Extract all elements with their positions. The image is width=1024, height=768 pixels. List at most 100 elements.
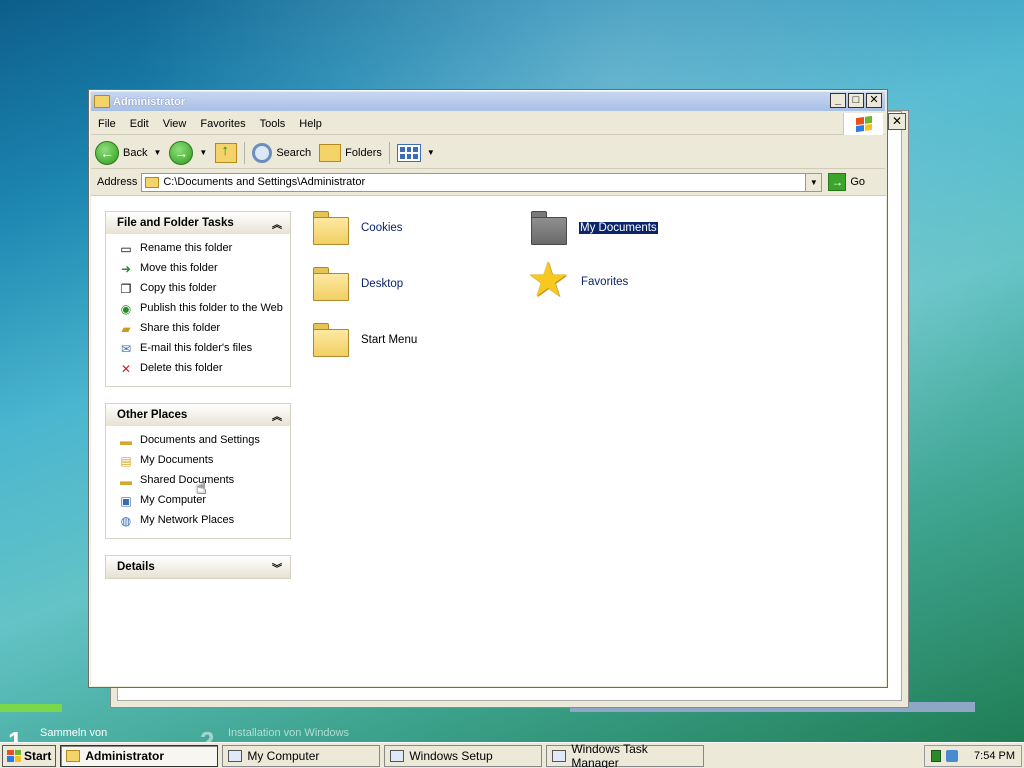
task-label: Copy this folder — [140, 282, 217, 294]
task-email-files[interactable]: ✉ E-mail this folder's files — [118, 340, 284, 360]
close-button[interactable]: ✕ — [866, 93, 882, 108]
folders-button[interactable]: Folders — [315, 139, 386, 167]
up-button[interactable] — [211, 139, 241, 167]
computer-icon — [228, 749, 243, 762]
taskbar-item-administrator[interactable]: Administrator — [60, 744, 219, 767]
chevron-down-icon[interactable]: ▼ — [805, 173, 822, 191]
close-icon[interactable]: ✕ — [888, 113, 906, 130]
menu-tools[interactable]: Tools — [253, 113, 293, 135]
file-item-cookies[interactable]: Cookies — [311, 211, 403, 245]
title-bar[interactable]: Administrator _ □ ✕ — [91, 92, 885, 111]
taskbar-item-task-manager[interactable]: Windows Task Manager — [546, 741, 705, 768]
menu-favorites[interactable]: Favorites — [193, 113, 252, 135]
task-copy-folder[interactable]: ❐ Copy this folder — [118, 280, 284, 300]
start-label: Start — [24, 748, 52, 763]
folder-icon — [311, 267, 351, 301]
taskbar-label: My Computer — [247, 748, 320, 763]
setup-icon — [390, 749, 405, 762]
file-item-my-documents[interactable]: My Documents — [529, 211, 658, 245]
taskbar-item-my-computer[interactable]: My Computer — [222, 744, 381, 767]
panel-header[interactable]: Details ︾ — [106, 556, 290, 578]
hand-cursor-icon: ☝ — [195, 477, 206, 497]
start-button[interactable]: Start — [2, 744, 57, 767]
back-button[interactable]: ← Back ▼ — [91, 139, 165, 167]
place-label: Shared Documents — [140, 474, 235, 486]
details-panel: Details ︾ — [105, 555, 291, 579]
panel-title: Other Places — [117, 409, 188, 421]
menu-file[interactable]: File — [91, 113, 123, 135]
views-button[interactable]: ▼ — [393, 139, 439, 167]
menu-help[interactable]: Help — [292, 113, 329, 135]
go-button[interactable]: → Go — [828, 173, 865, 191]
forward-button[interactable]: → ▼ — [165, 139, 211, 167]
computer-icon: ▣ — [120, 494, 132, 508]
file-item-favorites[interactable]: ★ Favorites — [525, 254, 628, 307]
clock[interactable]: 7:54 PM — [974, 750, 1015, 762]
file-item-start-menu[interactable]: Start Menu — [311, 323, 417, 357]
maximize-button[interactable]: □ — [848, 93, 864, 108]
setup-progress-bar — [0, 704, 62, 712]
address-input[interactable]: C:\Documents and Settings\Administrator … — [141, 172, 823, 192]
share-icon: ▰ — [121, 322, 131, 336]
task-label: Delete this folder — [140, 362, 223, 374]
menu-edit[interactable]: Edit — [123, 113, 156, 135]
chevron-down-icon[interactable]: ▼ — [199, 148, 207, 157]
collapse-icon[interactable]: ︽ — [272, 216, 282, 231]
file-name: Desktop — [361, 278, 404, 290]
my-documents-icon: ▤ — [120, 454, 132, 468]
task-manager-icon — [552, 749, 567, 762]
place-my-network-places[interactable]: ◍ My Network Places — [118, 512, 284, 532]
folder-icon — [66, 749, 81, 762]
explorer-window: Administrator _ □ ✕ File Edit View Favor… — [88, 89, 888, 688]
chevron-down-icon[interactable]: ▼ — [427, 148, 435, 157]
task-label: Publish this folder to the Web — [140, 302, 283, 314]
go-label: Go — [850, 176, 866, 188]
task-pane: File and Folder Tasks ︽ ▭ Rename this fo… — [105, 211, 291, 595]
menu-view[interactable]: View — [156, 113, 194, 135]
file-item-desktop[interactable]: Desktop — [311, 267, 403, 301]
collapse-icon[interactable]: ︽ — [272, 408, 282, 423]
minimize-button[interactable]: _ — [830, 93, 846, 108]
go-arrow-icon: → — [828, 173, 847, 191]
file-name: Cookies — [361, 222, 403, 234]
task-move-folder[interactable]: ➜ Move this folder — [118, 260, 284, 280]
folder-view: File and Folder Tasks ︽ ▭ Rename this fo… — [91, 195, 886, 686]
taskbar-item-windows-setup[interactable]: Windows Setup — [384, 744, 543, 767]
taskbar-label: Windows Task Manager — [571, 741, 648, 768]
task-rename-folder[interactable]: ▭ Rename this folder — [118, 240, 284, 260]
menu-bar: File Edit View Favorites Tools Help — [91, 113, 885, 135]
network-icon[interactable] — [946, 750, 958, 762]
views-icon — [396, 143, 421, 162]
task-delete-folder[interactable]: ✕ Delete this folder — [118, 360, 284, 380]
place-label: My Network Places — [140, 514, 235, 526]
folder-icon — [311, 211, 351, 245]
place-my-documents[interactable]: ▤ My Documents — [118, 452, 284, 472]
window-title: Administrator — [113, 95, 186, 108]
search-button[interactable]: Search — [248, 139, 315, 167]
task-share-folder[interactable]: ▰ Share this folder — [118, 320, 284, 340]
copy-icon: ❐ — [120, 282, 132, 296]
task-label: Share this folder — [140, 322, 221, 334]
task-label: E-mail this folder's files — [140, 342, 253, 354]
publish-web-icon: ◉ — [120, 302, 132, 316]
system-tray: 7:54 PM — [924, 745, 1022, 767]
taskbar: Start Administrator My Computer Windows … — [0, 742, 1024, 768]
panel-header[interactable]: Other Places ︽ — [106, 404, 290, 426]
status-icon[interactable] — [931, 750, 941, 762]
folder-icon — [311, 323, 351, 357]
task-label: Move this folder — [140, 262, 218, 274]
task-publish-folder[interactable]: ◉ Publish this folder to the Web — [118, 300, 284, 320]
delete-icon: ✕ — [120, 362, 132, 376]
address-bar: Address C:\Documents and Settings\Admini… — [91, 171, 885, 193]
panel-header[interactable]: File and Folder Tasks ︽ — [106, 212, 290, 234]
folder-icon — [145, 176, 160, 188]
search-label: Search — [276, 146, 312, 159]
chevron-down-icon[interactable]: ▼ — [153, 148, 161, 157]
expand-icon[interactable]: ︾ — [272, 560, 282, 575]
panel-title: File and Folder Tasks — [117, 217, 234, 229]
folder-icon — [94, 95, 110, 108]
place-documents-and-settings[interactable]: ▬ Documents and Settings — [118, 432, 284, 452]
folder-icon: ▬ — [120, 434, 132, 448]
favorites-star-icon: ★ — [526, 254, 570, 307]
file-name: My Documents — [579, 222, 658, 234]
